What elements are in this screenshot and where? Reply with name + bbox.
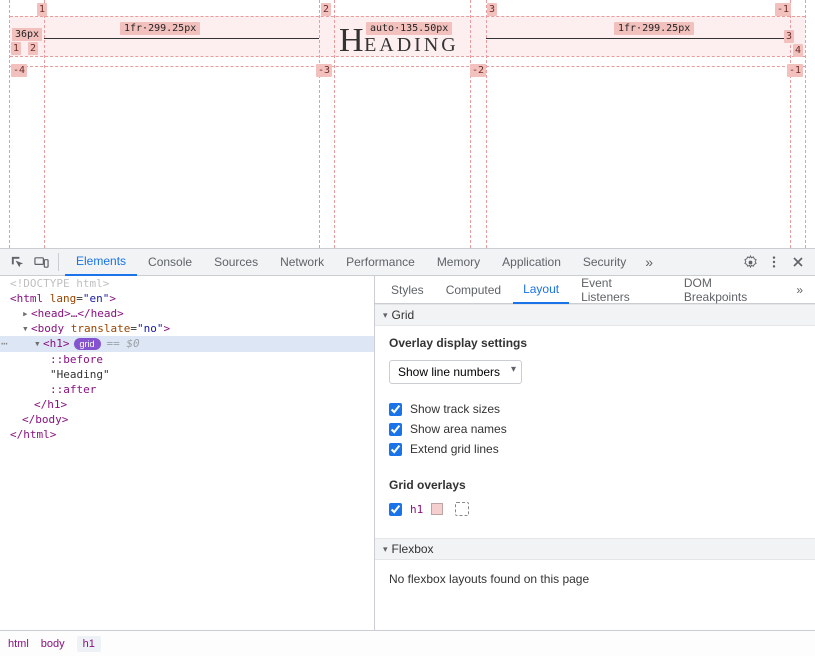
grid-linenum: 2 (28, 42, 38, 55)
breadcrumb-body[interactable]: body (41, 638, 65, 650)
extend-grid-lines-label: Extend grid lines (410, 442, 499, 456)
grid-linenum: 1 (37, 3, 47, 16)
grid-line-v (9, 0, 10, 248)
panel-tabs: Elements Console Sources Network Perform… (65, 248, 637, 276)
tab-console[interactable]: Console (137, 248, 203, 276)
tab-security[interactable]: Security (572, 248, 637, 276)
dom-html-close: </html> (10, 428, 56, 441)
grid-linenum: -2 (470, 64, 486, 77)
tab-sources[interactable]: Sources (203, 248, 269, 276)
grid-track-label: 1fr·299.25px (120, 22, 200, 35)
grid-linenum: 4 (793, 44, 803, 57)
overlay-color-swatch[interactable] (431, 503, 443, 515)
sidebar-tab-event-listeners[interactable]: Event Listeners (571, 276, 672, 304)
overlay-h1-label[interactable]: h1 (410, 503, 423, 516)
line-numbers-select[interactable]: Show line numbers (389, 360, 522, 384)
show-track-sizes-label: Show track sizes (410, 402, 500, 416)
dom-textnode[interactable]: "Heading" (50, 368, 110, 381)
sidebar-tab-layout[interactable]: Layout (513, 276, 569, 304)
grid-linenum: -1 (787, 64, 803, 77)
extend-grid-lines-checkbox[interactable] (389, 443, 402, 456)
collapse-arrow-icon[interactable] (22, 321, 31, 336)
grid-line-v (805, 0, 806, 248)
grid-track-label: 1fr·299.25px (614, 22, 694, 35)
grid-linenum: 2 (321, 3, 331, 16)
tabs-more[interactable]: » (639, 254, 659, 270)
sidebar-tab-styles[interactable]: Styles (381, 276, 434, 304)
grid-line-h (10, 66, 805, 67)
show-area-names-checkbox[interactable] (389, 423, 402, 436)
sidebar-tabs: Styles Computed Layout Event Listeners D… (375, 276, 815, 304)
grid-linenum: -4 (11, 64, 27, 77)
tab-elements[interactable]: Elements (65, 248, 137, 276)
close-icon[interactable] (787, 251, 809, 273)
grid-section-body: Overlay display settings Show line numbe… (375, 326, 815, 538)
chevron-down-icon: ▾ (383, 310, 388, 321)
dom-before[interactable]: ::before (50, 353, 103, 366)
grid-badge[interactable]: grid (74, 338, 101, 350)
show-area-names-label: Show area names (410, 422, 507, 436)
breadcrumb: html body h1 (0, 630, 815, 656)
dollar-zero: == $0 (107, 337, 140, 350)
tab-network[interactable]: Network (269, 248, 335, 276)
device-toggle-icon[interactable] (30, 251, 52, 273)
grid-track-label: auto·135.50px (366, 22, 452, 35)
dom-after[interactable]: ::after (50, 383, 96, 396)
tab-memory[interactable]: Memory (426, 248, 491, 276)
sidebar-tab-dom-breakpoints[interactable]: DOM Breakpoints (674, 276, 786, 304)
dom-h1-close: </h1> (34, 398, 67, 411)
collapse-arrow-icon[interactable] (34, 336, 43, 351)
grid-line-v (319, 0, 320, 248)
grid-section-header[interactable]: ▾Grid (375, 304, 815, 326)
kebab-icon[interactable] (763, 251, 785, 273)
overlay-settings-heading: Overlay display settings (389, 336, 801, 350)
breadcrumb-html[interactable]: html (8, 638, 29, 650)
grid-line-v (334, 0, 335, 248)
grid-linenum: 3 (784, 30, 794, 43)
sidebar-tabs-more[interactable]: » (790, 283, 809, 297)
heading-rule-left (44, 38, 319, 39)
grid-overlays-heading: Grid overlays (389, 478, 801, 492)
flexbox-section-header[interactable]: ▾Flexbox (375, 538, 815, 560)
sidebar-tab-computed[interactable]: Computed (436, 276, 511, 304)
devtools-toolbar: Elements Console Sources Network Perform… (0, 248, 815, 276)
overlay-h1-checkbox[interactable] (389, 503, 402, 516)
dom-body-close: </body> (22, 413, 68, 426)
styles-sidebar: Styles Computed Layout Event Listeners D… (375, 276, 815, 630)
dom-doctype: <!DOCTYPE html> (10, 277, 109, 290)
tab-application[interactable]: Application (491, 248, 572, 276)
dom-head[interactable]: <head>…</head> (31, 307, 124, 320)
show-track-sizes-checkbox[interactable] (389, 403, 402, 416)
overlay-pattern-button[interactable] (455, 502, 469, 516)
dom-h1-row[interactable]: ⋯<h1>grid== $0 (0, 336, 374, 352)
flexbox-empty-message: No flexbox layouts found on this page (375, 560, 815, 598)
inspect-icon[interactable] (6, 251, 28, 273)
expand-arrow-icon[interactable] (22, 306, 31, 321)
grid-line-v (470, 0, 471, 248)
grid-linenum: 1 (11, 42, 21, 55)
tab-performance[interactable]: Performance (335, 248, 426, 276)
settings-icon[interactable] (739, 251, 761, 273)
grid-linenum: -1 (775, 3, 791, 16)
page-preview: Heading 36px 1 2 3 -1 1 2 3 4 -4 -3 -2 -… (0, 0, 815, 248)
breadcrumb-h1[interactable]: h1 (77, 636, 101, 652)
row-height-label: 36px (12, 28, 42, 41)
grid-linenum: -3 (316, 64, 332, 77)
grid-linenum: 3 (487, 3, 497, 16)
grid-line-h (10, 16, 805, 17)
heading-rule-right (486, 38, 790, 39)
dom-tree[interactable]: <!DOCTYPE html> <html lang="en"> <head>…… (0, 276, 375, 630)
chevron-down-icon: ▾ (383, 544, 388, 555)
gutter-ellipsis-icon[interactable]: ⋯ (1, 336, 8, 351)
